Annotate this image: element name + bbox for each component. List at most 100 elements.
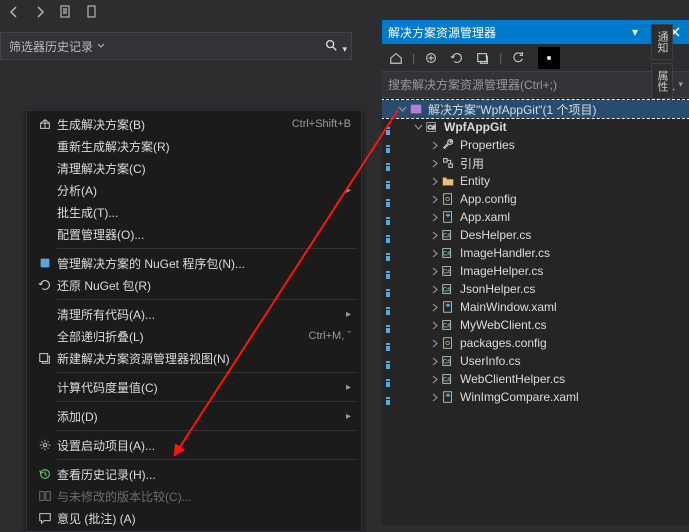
expander-icon[interactable]	[412, 123, 424, 132]
refresh-icon[interactable]	[447, 48, 467, 68]
tree-file-node[interactable]: C#ImageHandler.cs	[382, 244, 689, 262]
cs-icon: C#	[440, 281, 456, 297]
tree-file-node[interactable]: Entity	[382, 172, 689, 190]
node-label: packages.config	[460, 336, 547, 350]
menu-item[interactable]: 清理解决方案(C)	[27, 157, 361, 179]
expander-icon[interactable]	[428, 339, 440, 348]
tree-file-node[interactable]: 引用	[382, 154, 689, 172]
collapse-tree-icon[interactable]	[421, 48, 441, 68]
menu-item: 与未修改的版本比较(C)...	[27, 485, 361, 507]
menu-item[interactable]: 重新生成解决方案(R)	[27, 135, 361, 157]
expander-icon[interactable]	[428, 177, 440, 186]
menu-item[interactable]: 分析(A) ▸	[27, 179, 361, 201]
menu-label: 与未修改的版本比较(C)...	[57, 488, 351, 505]
node-label: ImageHelper.cs	[460, 264, 543, 278]
tree-solution-node[interactable]: 解决方案"WpfAppGit"(1 个项目)	[382, 100, 689, 118]
menu-item[interactable]: 还原 NuGet 包(R)	[27, 274, 361, 296]
expander-icon[interactable]	[428, 321, 440, 330]
menu-item[interactable]: 查看历史记录(H)...	[27, 463, 361, 485]
show-all-files-icon[interactable]	[538, 47, 560, 69]
menu-item[interactable]: 全部递归折叠(L)Ctrl+M, ˇ	[27, 325, 361, 347]
tree-file-node[interactable]: App.config	[382, 190, 689, 208]
search-icon[interactable]: ▾	[324, 38, 347, 55]
expander-icon[interactable]	[428, 159, 440, 168]
menu-label: 管理解决方案的 NuGet 程序包(N)...	[57, 255, 351, 272]
menu-label: 还原 NuGet 包(R)	[57, 277, 351, 294]
tree-file-node[interactable]: App.xaml	[382, 208, 689, 226]
tree-file-node[interactable]: WinImgCompare.xaml	[382, 388, 689, 406]
filter-history-bar[interactable]: 筛选器历史记录 ▾	[0, 32, 352, 60]
submenu-indicator-icon: ▸	[346, 382, 351, 393]
expander-icon[interactable]	[428, 393, 440, 402]
properties-icon[interactable]	[508, 48, 528, 68]
solution-tree[interactable]: 解决方案"WpfAppGit"(1 个项目)C#WpfAppGitPropert…	[382, 98, 689, 525]
menu-label: 重新生成解决方案(R)	[57, 138, 351, 155]
menu-label: 新建解决方案资源管理器视图(N)	[57, 350, 351, 367]
menu-item[interactable]: 批生成(T)...	[27, 201, 361, 223]
svg-text:C#: C#	[443, 233, 451, 240]
tree-file-node[interactable]: C#WebClientHelper.cs	[382, 370, 689, 388]
expander-icon[interactable]	[428, 141, 440, 150]
bookmark-icon[interactable]	[84, 4, 100, 20]
menu-item[interactable]: 管理解决方案的 NuGet 程序包(N)...	[27, 252, 361, 274]
nuget-icon	[33, 256, 57, 270]
folder-icon	[440, 173, 456, 189]
expander-icon[interactable]	[428, 267, 440, 276]
tree-file-node[interactable]: C#DesHelper.cs	[382, 226, 689, 244]
tree-file-node[interactable]: C#UserInfo.cs	[382, 352, 689, 370]
svg-text:C#: C#	[443, 359, 451, 366]
sync-icon[interactable]	[473, 48, 493, 68]
solution-context-menu: 生成解决方案(B)Ctrl+Shift+B 重新生成解决方案(R) 清理解决方案(C…	[26, 110, 362, 532]
tree-project-node[interactable]: C#WpfAppGit	[382, 118, 689, 136]
svg-text:C#: C#	[443, 287, 451, 294]
menu-item[interactable]: 配置管理器(O)...	[27, 223, 361, 245]
panel-menu-icon[interactable]: ▾	[627, 24, 643, 40]
home-icon[interactable]	[386, 48, 406, 68]
expander-icon[interactable]	[428, 213, 440, 222]
menu-label: 全部递归折叠(L)	[57, 328, 309, 345]
expander-icon[interactable]	[428, 249, 440, 258]
svg-text:C#: C#	[443, 323, 451, 330]
menu-item[interactable]: 清理所有代码(A)...▸	[27, 303, 361, 325]
menu-label: 计算代码度量值(C)	[57, 379, 342, 396]
menu-label: 配置管理器(O)...	[57, 226, 351, 243]
menu-label: 添加(D)	[57, 408, 342, 425]
expander-icon[interactable]	[428, 303, 440, 312]
panel-search[interactable]: 搜索解决方案资源管理器(Ctrl+;) ▾	[382, 72, 689, 98]
menu-item[interactable]: 添加(D)▸	[27, 405, 361, 427]
tree-file-node[interactable]: C#JsonHelper.cs	[382, 280, 689, 298]
node-label: 解决方案"WpfAppGit"(1 个项目)	[428, 101, 597, 118]
back-icon[interactable]	[6, 4, 22, 20]
comment-icon	[33, 511, 57, 525]
expander-icon[interactable]	[428, 375, 440, 384]
tree-file-node[interactable]: C#ImageHelper.cs	[382, 262, 689, 280]
expander-icon[interactable]	[428, 357, 440, 366]
menu-item[interactable]: 意见 (批注) (A)	[27, 507, 361, 529]
menu-label: 分析(A)	[57, 182, 342, 199]
expander-icon[interactable]	[428, 231, 440, 240]
menu-item[interactable]: 设置启动项目(A)...	[27, 434, 361, 456]
side-tab-notify[interactable]: 通知	[651, 24, 673, 60]
filter-dropdown[interactable]: 筛选器历史记录	[5, 38, 109, 55]
expander-icon[interactable]	[428, 195, 440, 204]
expander-icon[interactable]	[428, 285, 440, 294]
tree-file-node[interactable]: Properties	[382, 136, 689, 154]
panel-titlebar[interactable]: 解决方案资源管理器 ▾	[382, 20, 689, 44]
svg-text:C#: C#	[443, 377, 451, 384]
node-label: MyWebClient.cs	[460, 318, 546, 332]
node-label: MainWindow.xaml	[460, 300, 557, 314]
submenu-indicator-icon: ▸	[346, 185, 351, 196]
cs-icon: C#	[440, 227, 456, 243]
expander-icon[interactable]	[396, 105, 408, 114]
svg-text:C#: C#	[443, 251, 451, 258]
forward-icon[interactable]	[32, 4, 48, 20]
tree-file-node[interactable]: C# MyWebClient.cs	[382, 316, 689, 334]
menu-item[interactable]: 生成解决方案(B)Ctrl+Shift+B	[27, 113, 361, 135]
menu-label: 清理解决方案(C)	[57, 160, 351, 177]
tree-file-node[interactable]: packages.config	[382, 334, 689, 352]
menu-item[interactable]: 计算代码度量值(C) ▸	[27, 376, 361, 398]
doc-icon[interactable]	[58, 4, 74, 20]
tree-file-node[interactable]: MainWindow.xaml	[382, 298, 689, 316]
menu-item[interactable]: 新建解决方案资源管理器视图(N)	[27, 347, 361, 369]
side-tab-properties[interactable]: 属性	[651, 63, 673, 99]
